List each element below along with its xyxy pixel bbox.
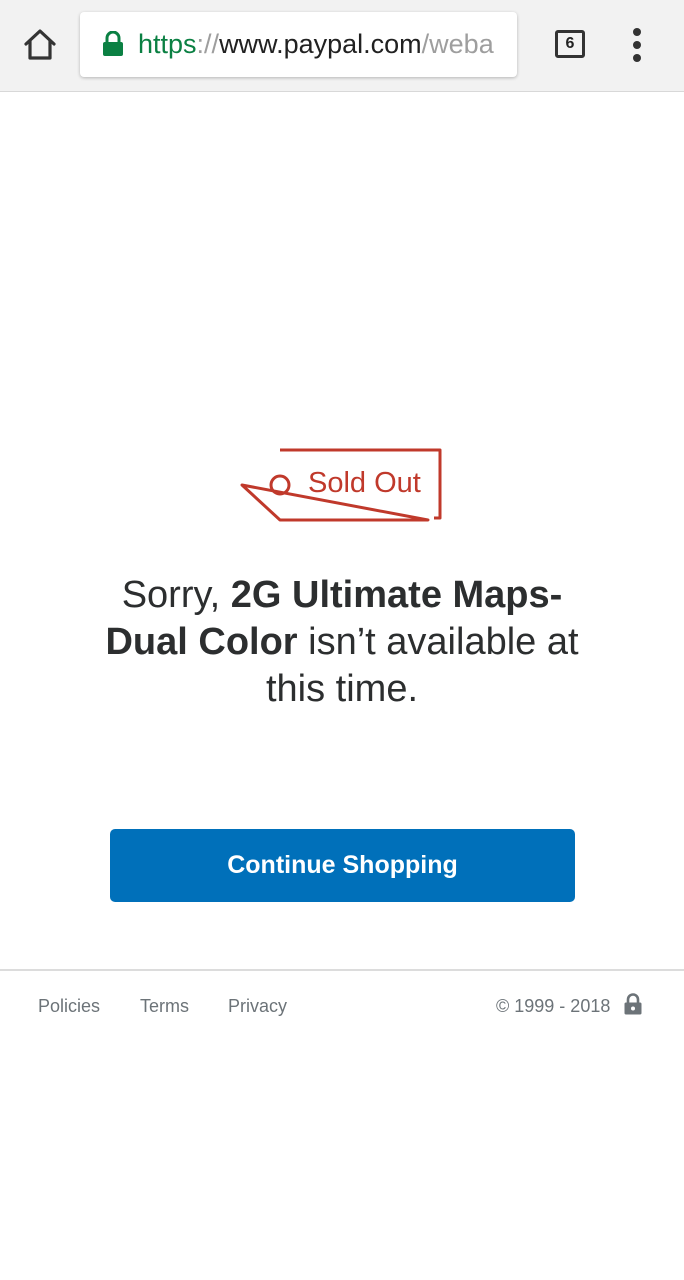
message-prefix: Sorry, (121, 574, 231, 616)
url-separator: :// (196, 29, 220, 59)
unavailable-message: Sorry, 2G Ultimate Maps-Dual Color isn’t… (90, 572, 594, 713)
url-host: www.paypal.com (219, 29, 422, 59)
sold-out-label: Sold Out (308, 467, 421, 499)
lock-icon (624, 993, 642, 1015)
url-text[interactable]: https://www.paypal.com/weba (138, 28, 494, 60)
more-options-icon[interactable] (625, 28, 649, 62)
browser-toolbar: https://www.paypal.com/weba 6 (0, 0, 684, 92)
message-suffix: isn’t available at this time. (265, 621, 579, 710)
footer-divider (0, 969, 684, 971)
tab-count: 6 (565, 35, 575, 52)
terms-link[interactable]: Terms (140, 994, 189, 1018)
address-bar[interactable]: https://www.paypal.com/weba (80, 12, 517, 77)
lock-icon (102, 30, 124, 57)
privacy-link[interactable]: Privacy (228, 994, 287, 1018)
url-scheme: https (138, 29, 197, 59)
copyright-text: © 1999 - 2018 (496, 996, 611, 1016)
continue-shopping-button[interactable]: Continue Shopping (110, 829, 575, 902)
url-path: /weba (421, 29, 494, 59)
tab-switcher-button[interactable]: 6 (555, 30, 585, 58)
policies-link[interactable]: Policies (38, 994, 100, 1018)
home-icon[interactable] (22, 26, 58, 62)
